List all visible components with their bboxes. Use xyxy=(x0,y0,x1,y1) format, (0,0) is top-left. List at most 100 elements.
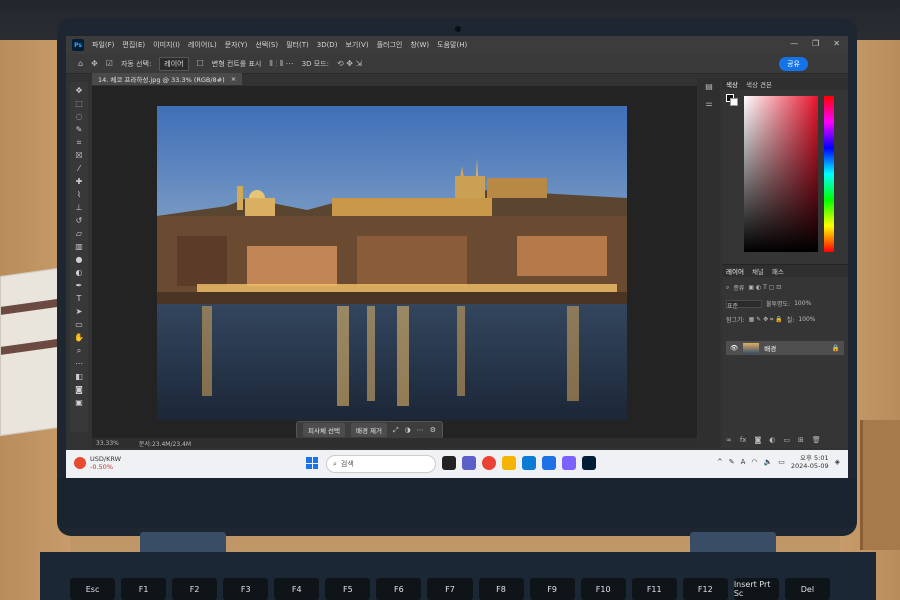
key-f2[interactable]: F2 xyxy=(172,578,218,600)
align-icons[interactable]: ⫴ ⫶ ⫴ ⋯ xyxy=(269,59,293,69)
kind-label[interactable]: 종류 xyxy=(733,283,744,292)
color-picker-field[interactable] xyxy=(744,96,818,252)
store-icon[interactable] xyxy=(522,456,536,470)
menu-type[interactable]: 문자(Y) xyxy=(225,40,248,50)
key-esc[interactable]: Esc xyxy=(70,578,116,600)
path-select-icon[interactable]: ➤ xyxy=(74,307,84,316)
dodge-icon[interactable]: ◐ xyxy=(74,268,84,277)
menu-3d[interactable]: 3D(D) xyxy=(317,41,338,49)
frame-icon[interactable]: ☒ xyxy=(74,151,84,160)
key-f10[interactable]: F10 xyxy=(580,578,626,600)
lock-icons[interactable]: ▦ ✎ ✥ ⌗ 🔒 xyxy=(749,316,783,324)
battery-icon[interactable]: ▭ xyxy=(778,458,785,466)
adjustments-icon[interactable]: ⚌ xyxy=(705,99,712,108)
eyedropper-icon[interactable]: ⁄ xyxy=(74,164,84,173)
stamp-icon[interactable]: ⊥ xyxy=(74,203,84,212)
menu-select[interactable]: 선택(S) xyxy=(255,40,278,50)
fill-value[interactable]: 100% xyxy=(798,316,815,323)
menu-window[interactable]: 창(W) xyxy=(410,40,429,50)
type-icon[interactable]: T xyxy=(74,294,84,303)
menu-edit[interactable]: 편집(E) xyxy=(122,40,145,50)
stock-widget[interactable]: USD/KRW -0.50% xyxy=(74,455,121,471)
more-tools-icon[interactable]: ⋯ xyxy=(74,359,84,368)
home-icon[interactable]: ⌂ xyxy=(78,59,83,68)
settings-icon[interactable]: ⚙ xyxy=(430,426,436,434)
close-tab-icon[interactable]: × xyxy=(231,75,236,83)
key-f9[interactable]: F9 xyxy=(529,578,575,600)
key-f12[interactable]: F12 xyxy=(682,578,728,600)
auto-select-dropdown[interactable]: 레이어 xyxy=(159,56,189,71)
minimize-icon[interactable]: — xyxy=(790,39,798,48)
new-layer-icon[interactable]: ⊞ xyxy=(798,436,804,444)
select-subject-button[interactable]: 피사체 선택 xyxy=(303,423,345,437)
canvas-area[interactable] xyxy=(92,86,697,438)
lasso-icon[interactable]: ◌ xyxy=(74,112,84,121)
tab-layers[interactable]: 레이어 xyxy=(726,266,744,276)
share-button[interactable]: 공유 xyxy=(779,57,808,71)
move-tool-icon[interactable]: ✥ xyxy=(91,59,98,68)
brush-icon[interactable]: ⌇ xyxy=(74,190,84,199)
menu-filter[interactable]: 필터(T) xyxy=(286,40,309,50)
file-explorer-icon[interactable] xyxy=(502,456,516,470)
close-icon[interactable]: ✕ xyxy=(833,39,840,48)
shape-icon[interactable]: ▭ xyxy=(74,320,84,329)
key-f7[interactable]: F7 xyxy=(427,578,473,600)
pen-icon[interactable]: ✒ xyxy=(74,281,84,290)
photoshop-taskbar-icon[interactable] xyxy=(582,456,596,470)
menu-help[interactable]: 도움말(H) xyxy=(437,40,467,50)
crop-icon[interactable]: ⌗ xyxy=(74,138,84,147)
task-view-icon[interactable] xyxy=(442,456,456,470)
checkbox-checked-icon[interactable]: ☑ xyxy=(106,59,113,68)
filter-icons[interactable]: ▣ ◐ T ▢ ⊡ xyxy=(748,284,781,291)
transform-icon[interactable]: ⤢ xyxy=(393,426,399,435)
windows-start-icon[interactable] xyxy=(306,457,318,469)
key-f6[interactable]: F6 xyxy=(376,578,422,600)
gradient-icon[interactable]: ▥ xyxy=(74,242,84,251)
blend-mode-select[interactable]: 표준 xyxy=(726,299,762,310)
link-icon[interactable]: ∞ xyxy=(726,436,732,444)
key-f11[interactable]: F11 xyxy=(631,578,677,600)
remove-background-button[interactable]: 배경 제거 xyxy=(350,423,387,437)
language-icon[interactable]: A xyxy=(741,458,746,466)
menu-file[interactable]: 파일(F) xyxy=(92,40,114,50)
adjustment-layer-icon[interactable]: ◐ xyxy=(769,436,775,444)
3d-tools-icon[interactable]: ⟲ ✥ ⇲ xyxy=(337,59,362,68)
wifi-icon[interactable]: ◠ xyxy=(751,458,757,466)
foreground-background-swatch[interactable] xyxy=(726,94,738,106)
zoom-icon[interactable]: ⌕ xyxy=(74,346,84,355)
quick-select-icon[interactable]: ✎ xyxy=(74,125,84,134)
key-insert[interactable]: Insert Prt Sc xyxy=(733,578,779,600)
more-icon[interactable]: ⋯ xyxy=(417,426,424,434)
history-brush-icon[interactable]: ↺ xyxy=(74,216,84,225)
tab-swatches[interactable]: 색상 견본 xyxy=(746,79,772,89)
volume-icon[interactable]: 🔈 xyxy=(763,458,772,466)
blur-icon[interactable]: ● xyxy=(74,255,84,264)
chrome-icon[interactable] xyxy=(482,456,496,470)
teams-icon[interactable] xyxy=(462,456,476,470)
mask-icon[interactable]: ◙ xyxy=(754,436,761,444)
history-icon[interactable]: ▤ xyxy=(705,82,713,91)
tab-channels[interactable]: 채널 xyxy=(752,266,764,276)
hand-icon[interactable]: ✋ xyxy=(74,333,84,342)
adjust-icon[interactable]: ◑ xyxy=(405,426,411,434)
notification-icon[interactable]: ◈ xyxy=(835,458,840,466)
pen-tray-icon[interactable]: ✎ xyxy=(729,458,735,466)
taskbar-search[interactable]: ⌕ 검색 xyxy=(326,455,436,473)
fx-icon[interactable]: fx xyxy=(740,436,747,444)
outlook-icon[interactable] xyxy=(542,456,556,470)
group-icon[interactable]: ▭ xyxy=(783,436,790,444)
quick-mask-icon[interactable]: ◙ xyxy=(74,385,84,394)
app-icon[interactable] xyxy=(562,456,576,470)
maximize-icon[interactable]: ❐ xyxy=(812,39,819,48)
tab-color[interactable]: 색상 xyxy=(726,79,738,89)
menu-layer[interactable]: 레이어(L) xyxy=(188,40,217,50)
layer-row[interactable]: 👁 배경 🔒 xyxy=(726,341,844,355)
move-icon[interactable]: ✥ xyxy=(74,86,84,95)
menu-plugins[interactable]: 플러그인 xyxy=(377,40,403,50)
key-f3[interactable]: F3 xyxy=(223,578,269,600)
trash-icon[interactable]: 🗑 xyxy=(812,436,821,444)
checkbox-unchecked-icon[interactable]: ☐ xyxy=(197,59,204,68)
screen-mode-icon[interactable]: ▣ xyxy=(74,398,84,407)
menu-image[interactable]: 이미지(I) xyxy=(153,40,180,50)
hue-slider[interactable] xyxy=(824,96,834,252)
